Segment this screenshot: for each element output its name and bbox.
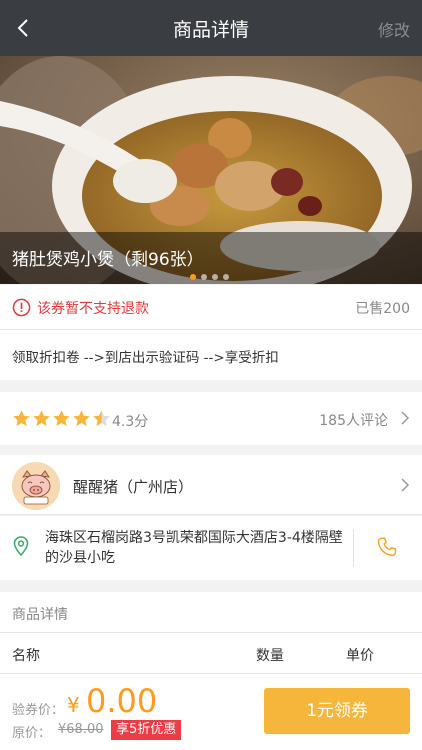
column-header-unit-price: 单价 — [346, 648, 374, 664]
carousel-dot[interactable] — [212, 274, 218, 280]
carousel-dot[interactable] — [190, 274, 196, 280]
warning-icon — [12, 298, 31, 317]
refund-warning-text: 该券暂不支持退款 — [37, 301, 149, 317]
discount-badge: 享5折优惠 — [111, 720, 182, 740]
detail-section-header: 商品详情 — [0, 592, 422, 633]
claim-voucher-button[interactable]: 1元领券 — [264, 688, 410, 734]
shop-name: 醒醒猪（广州店） — [73, 478, 194, 496]
chevron-right-icon — [401, 411, 410, 425]
usage-steps-text: 领取折扣卷 -->到店出示验证码 -->享受折扣 — [12, 350, 279, 366]
divider — [353, 530, 354, 566]
pig-logo-icon — [12, 462, 60, 510]
location-pin-icon — [13, 536, 29, 556]
usage-steps-row: 领取折扣卷 -->到店出示验证码 -->享受折扣 — [0, 330, 422, 380]
review-count-link[interactable]: 185人评论 — [319, 410, 388, 430]
refund-notice-row: 该券暂不支持退款 已售200 — [0, 285, 422, 330]
shop-row[interactable]: 醒醒猪（广州店） — [0, 455, 422, 515]
column-header-quantity: 数量 — [256, 648, 284, 664]
half-star-icon — [93, 410, 110, 427]
rating-score: 4.3分 — [112, 414, 149, 430]
voucher-price-label: 验券价： — [12, 703, 65, 718]
currency-symbol: ¥ — [67, 693, 80, 717]
address-text: 海珠区石榴岗路3号凯荣都国际大酒店3-4楼隔壁的沙县小吃 — [45, 530, 343, 566]
product-image-carousel[interactable]: 猪肚煲鸡小煲（剩96张） — [0, 56, 422, 284]
star-icon — [13, 410, 30, 427]
purchase-bar: 验券价： ¥ 0.00 原价： ¥68.00 享5折优惠 1元领券 — [0, 673, 422, 750]
original-price-label: 原价： — [12, 726, 52, 741]
page-title: 商品详情 — [172, 19, 249, 41]
address-row: 海珠区石榴岗路3号凯荣都国际大酒店3-4楼隔壁的沙县小吃 — [0, 516, 422, 580]
section-title: 商品详情 — [12, 607, 68, 623]
star-rating — [12, 409, 111, 428]
phone-icon[interactable] — [376, 536, 398, 558]
shop-logo — [12, 462, 60, 510]
carousel-dot[interactable] — [223, 274, 229, 280]
carousel-indicator — [190, 274, 229, 280]
product-title: 猪肚煲鸡小煲（剩96张） — [12, 250, 204, 270]
original-price: ¥68.00 — [58, 722, 104, 737]
nav-bar: 商品详情 修改 — [0, 0, 422, 56]
star-icon — [53, 410, 70, 427]
star-icon — [73, 410, 90, 427]
column-header-name: 名称 — [12, 648, 40, 664]
rating-row[interactable]: 4.3分 185人评论 — [0, 392, 422, 445]
sold-count: 已售200 — [355, 301, 410, 317]
voucher-price: 0.00 — [86, 682, 158, 720]
edit-button[interactable]: 修改 — [378, 17, 410, 41]
chevron-right-icon — [401, 478, 410, 492]
star-icon — [33, 410, 50, 427]
table-header: 名称 数量 单价 — [0, 633, 422, 673]
carousel-dot[interactable] — [201, 274, 207, 280]
